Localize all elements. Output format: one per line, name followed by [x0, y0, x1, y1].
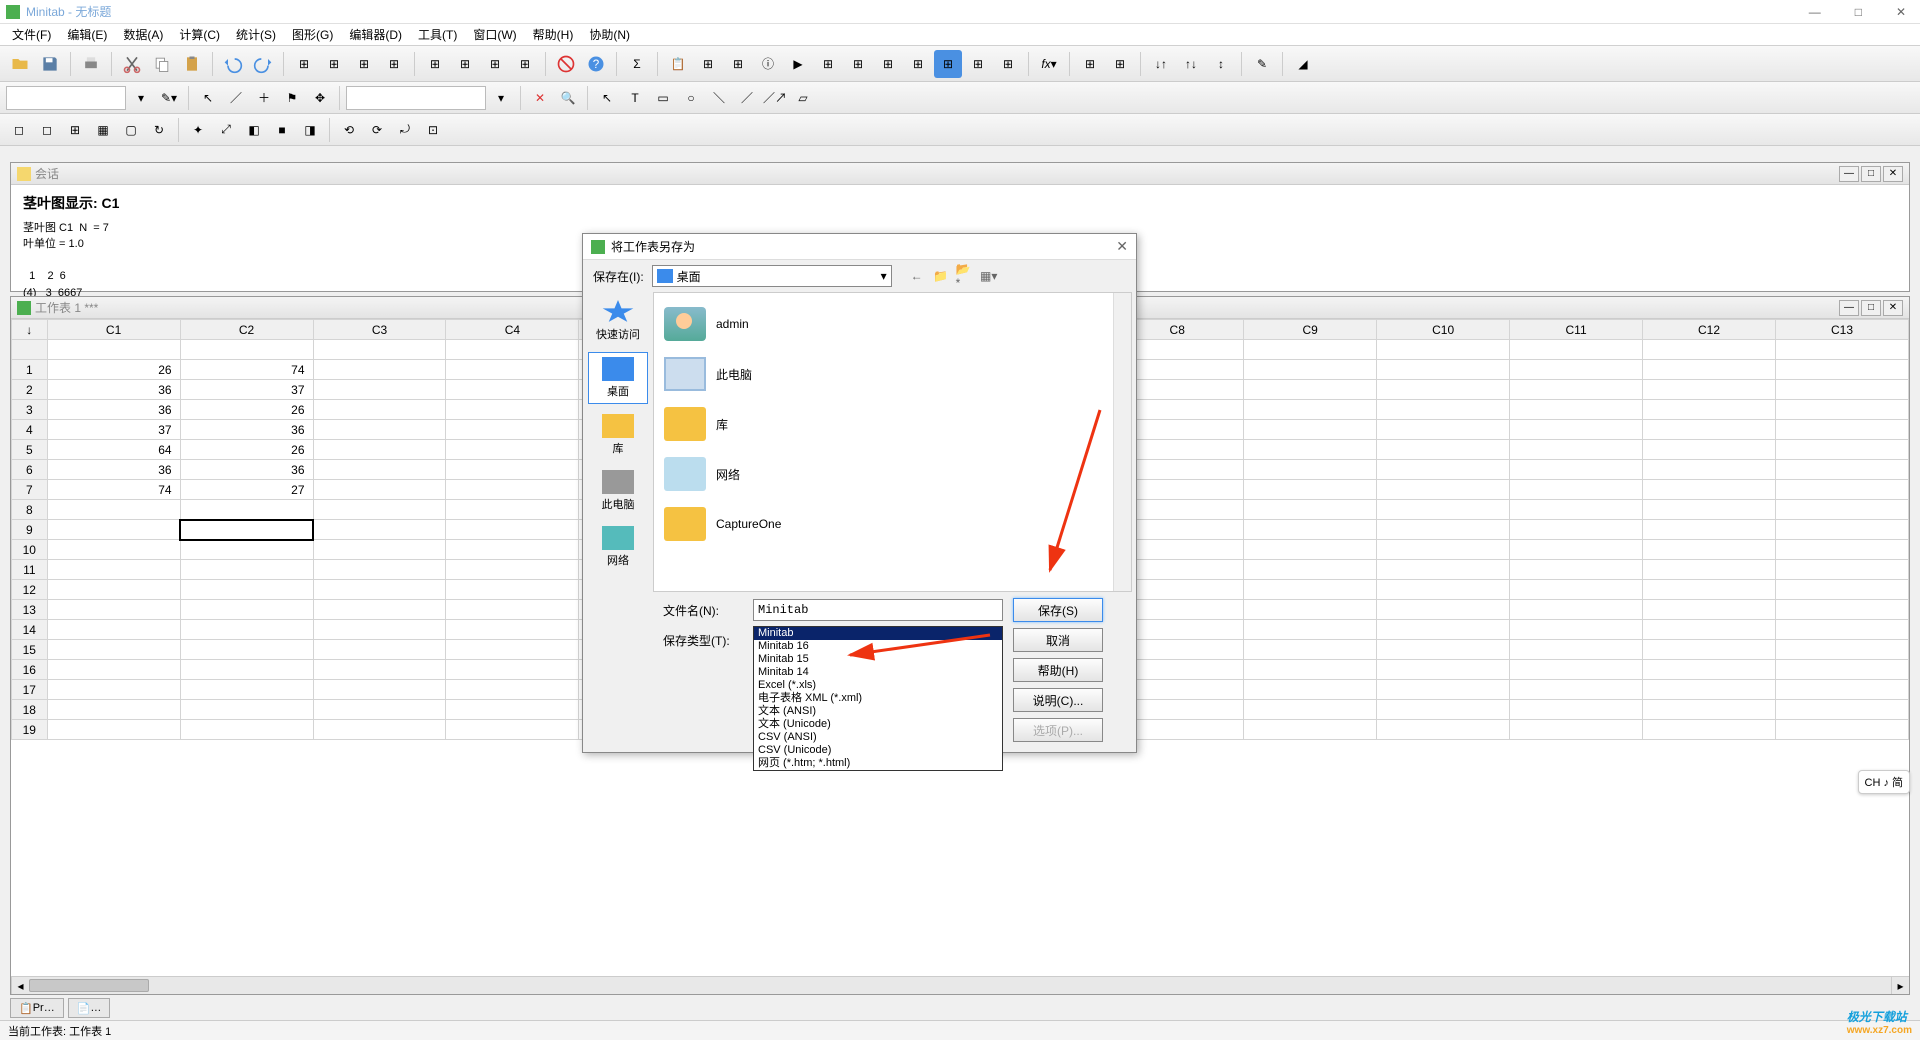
- file-item[interactable]: 网络: [660, 449, 1125, 499]
- cancel-button[interactable]: 取消: [1013, 628, 1103, 652]
- location-combo[interactable]: 桌面 ▾: [652, 265, 892, 287]
- file-list-scrollbar[interactable]: [1113, 293, 1131, 591]
- save-in-label: 保存在(I):: [593, 268, 644, 285]
- dialog-icon: [591, 240, 605, 254]
- sidebar-item-star[interactable]: 快速访问: [588, 296, 648, 346]
- watermark-url: www.xz7.com: [1847, 1025, 1912, 1036]
- dialog-nav: 保存在(I): 桌面 ▾ ← 📁 📂* ▦▾: [583, 260, 1136, 292]
- sidebar-item-desktop[interactable]: 桌面: [588, 352, 648, 404]
- user-icon: [664, 307, 706, 341]
- ime-indicator[interactable]: CH ♪ 简: [1858, 770, 1911, 794]
- file-list[interactable]: admin 此电脑库网络 CaptureOne: [653, 292, 1132, 592]
- filetype-label: 保存类型(T):: [663, 632, 743, 649]
- file-item-label: 此电脑: [716, 366, 752, 383]
- net-icon: [602, 526, 634, 550]
- sidebar-item-net[interactable]: 网络: [588, 522, 648, 572]
- dialog-bottom: 文件名(N): 保存(S) 保存类型(T): Minitab ▼ 取消 帮助(H…: [583, 592, 1136, 752]
- filetype-option[interactable]: Excel (*.xls): [754, 679, 1002, 692]
- save-button[interactable]: 保存(S): [1013, 598, 1103, 622]
- filename-label: 文件名(N):: [663, 602, 743, 619]
- nav-new-folder-icon[interactable]: 📂*: [956, 267, 974, 285]
- file-item[interactable]: admin: [660, 299, 1125, 349]
- sidebar-item-label: 快速访问: [596, 326, 640, 342]
- filetype-option[interactable]: Minitab 14: [754, 666, 1002, 679]
- filetype-option[interactable]: Minitab: [754, 627, 1002, 640]
- help-button[interactable]: 帮助(H): [1013, 658, 1103, 682]
- filetype-option[interactable]: 电子表格 XML (*.xml): [754, 692, 1002, 705]
- filetype-dropdown-list[interactable]: MinitabMinitab 16Minitab 15Minitab 14Exc…: [753, 626, 1003, 771]
- pc-icon: [664, 357, 706, 391]
- star-icon: [602, 300, 634, 324]
- file-item-label: 库: [716, 416, 728, 433]
- file-item[interactable]: CaptureOne: [660, 499, 1125, 549]
- sidebar-item-label: 此电脑: [602, 496, 635, 512]
- dialog-sidebar: 快速访问桌面库此电脑网络: [583, 292, 653, 592]
- filetype-option[interactable]: Minitab 16: [754, 640, 1002, 653]
- lib-icon: [602, 414, 634, 438]
- sidebar-item-label: 库: [613, 440, 624, 456]
- dialog-title: 将工作表另存为: [611, 238, 695, 255]
- dialog-close-button[interactable]: ✕: [1116, 238, 1128, 255]
- dialog-body: 快速访问桌面库此电脑网络 admin此电脑库网络CaptureOne: [583, 292, 1136, 592]
- filetype-option[interactable]: 文本 (Unicode): [754, 718, 1002, 731]
- filetype-option[interactable]: Minitab 15: [754, 653, 1002, 666]
- dialog-titlebar: 将工作表另存为 ✕: [583, 234, 1136, 260]
- filetype-option[interactable]: 文本 (ANSI): [754, 705, 1002, 718]
- options-button: 选项(P)...: [1013, 718, 1103, 742]
- dialog-overlay: 将工作表另存为 ✕ 保存在(I): 桌面 ▾ ← 📁 📂* ▦▾ 快速访问桌面库…: [0, 0, 1920, 1040]
- nav-up-icon[interactable]: 📁: [932, 267, 950, 285]
- file-item-label: admin: [716, 317, 749, 331]
- net-icon: [664, 457, 706, 491]
- folder-icon: [664, 407, 706, 441]
- description-button[interactable]: 说明(C)...: [1013, 688, 1103, 712]
- nav-view-icon[interactable]: ▦▾: [980, 267, 998, 285]
- sidebar-item-label: 网络: [607, 552, 629, 568]
- pc-icon: [602, 470, 634, 494]
- sidebar-item-pc[interactable]: 此电脑: [588, 466, 648, 516]
- save-as-dialog: 将工作表另存为 ✕ 保存在(I): 桌面 ▾ ← 📁 📂* ▦▾ 快速访问桌面库…: [582, 233, 1137, 753]
- filetype-option[interactable]: 网页 (*.htm; *.html): [754, 757, 1002, 770]
- file-item-label: CaptureOne: [716, 517, 781, 531]
- watermark-brand: 极光下载站: [1847, 1010, 1907, 1024]
- filetype-option[interactable]: CSV (ANSI): [754, 731, 1002, 744]
- desktop-icon: [602, 357, 634, 381]
- file-item[interactable]: 此电脑: [660, 349, 1125, 399]
- file-item[interactable]: 库: [660, 399, 1125, 449]
- filetype-option[interactable]: CSV (Unicode): [754, 744, 1002, 757]
- filename-input[interactable]: [753, 599, 1003, 621]
- file-item-label: 网络: [716, 466, 740, 483]
- folder-icon: [664, 507, 706, 541]
- watermark: 极光下载站 www.xz7.com: [1847, 1008, 1912, 1036]
- nav-back-icon[interactable]: ←: [908, 267, 926, 285]
- sidebar-item-label: 桌面: [607, 383, 629, 399]
- desktop-icon: [657, 269, 673, 283]
- sidebar-item-lib[interactable]: 库: [588, 410, 648, 460]
- location-value: 桌面: [677, 268, 701, 285]
